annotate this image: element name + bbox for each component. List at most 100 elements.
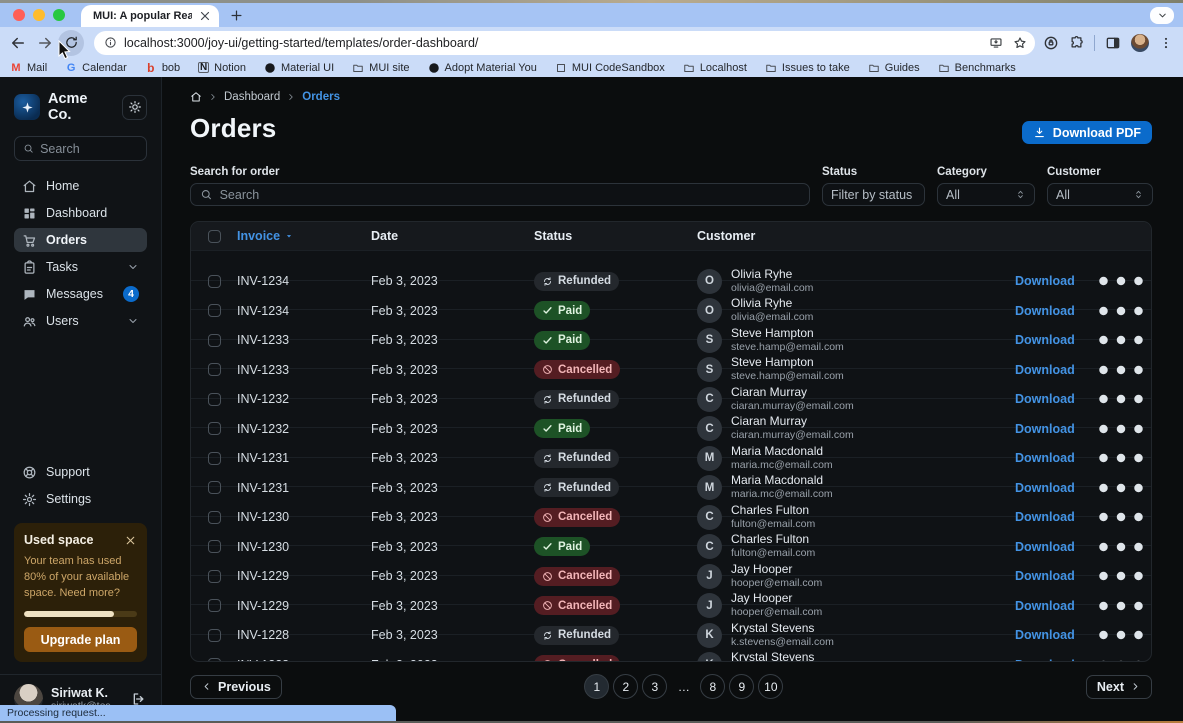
row-checkbox[interactable] [208,422,221,435]
row-checkbox[interactable] [208,629,221,642]
download-pdf-button[interactable]: Download PDF [1022,121,1152,144]
bookmark-item[interactable]: G Calendar [65,62,127,74]
zoom-window-button[interactable] [53,9,65,21]
row-download-link[interactable]: Download [1015,569,1075,583]
bookmark-item[interactable]: Guides [868,62,920,74]
address-action-icon[interactable] [989,36,1003,50]
row-download-link[interactable]: Download [1015,363,1075,377]
row-checkbox[interactable] [208,363,221,376]
customer-filter-select[interactable]: All [1047,183,1153,206]
row-download-link[interactable]: Download [1015,599,1075,613]
status-badge: Paid [534,419,590,438]
side-panel-icon[interactable] [1105,35,1121,51]
sidebar-search-input[interactable] [40,142,138,156]
row-checkbox[interactable] [208,540,221,553]
row-download-link[interactable]: Download [1015,333,1075,347]
back-button[interactable] [9,34,27,52]
bookmark-item[interactable]: MUI site [352,62,409,74]
tabstrip-chevron-button[interactable] [1150,7,1174,24]
close-window-button[interactable] [13,9,25,21]
order-search-input[interactable] [220,188,800,202]
status-cell: Cancelled [534,655,697,662]
bookmark-item[interactable]: b bob [145,62,180,74]
bookmark-item[interactable]: Localhost [683,62,747,74]
status-filter-select[interactable]: Filter by status [822,183,925,206]
row-checkbox[interactable] [208,570,221,583]
row-download-link[interactable]: Download [1015,628,1075,642]
page-number-button[interactable]: 10 [758,674,783,699]
row-checkbox[interactable] [208,393,221,406]
order-search[interactable] [190,183,810,206]
row-checkbox[interactable] [208,599,221,612]
url-text[interactable]: localhost:3000/joy-ui/getting-started/te… [124,36,982,50]
row-download-link[interactable]: Download [1015,540,1075,554]
page-number-button[interactable]: 9 [729,674,754,699]
category-filter-select[interactable]: All [937,183,1035,206]
row-checkbox[interactable] [208,481,221,494]
row-checkbox[interactable] [208,334,221,347]
breadcrumb-dashboard[interactable]: Dashboard [224,91,280,103]
row-checkbox[interactable] [208,275,221,288]
tab-close-icon[interactable] [198,9,212,23]
next-page-button[interactable]: Next [1086,675,1152,699]
select-all-checkbox[interactable] [208,230,221,243]
row-download-link[interactable]: Download [1015,451,1075,465]
upgrade-plan-button[interactable]: Upgrade plan [24,627,137,652]
bookmark-item[interactable]: M Mail [10,62,47,74]
page-number-button[interactable]: … [671,674,696,699]
sidebar-nav-item[interactable]: Dashboard [14,201,147,225]
reload-button[interactable] [58,30,84,56]
chevron-down-icon[interactable] [127,315,139,327]
bookmark-item[interactable]: Adopt Material You [428,62,537,74]
row-download-link[interactable]: Download [1015,658,1075,663]
row-checkbox[interactable] [208,658,221,662]
row-download-link[interactable]: Download [1015,510,1075,524]
browser-profile-avatar[interactable] [1131,34,1149,52]
browser-tab[interactable]: MUI: A popular React UI fram [81,5,219,27]
row-download-link[interactable]: Download [1015,274,1075,288]
bookmark-item[interactable]: N Notion [198,62,246,74]
row-download-link[interactable]: Download [1015,481,1075,495]
sidebar-nav-item[interactable]: Home [14,174,147,198]
sidebar-search[interactable] [14,136,147,161]
minimize-window-button[interactable] [33,9,45,21]
page-number-button[interactable]: 1 [584,674,609,699]
home-icon[interactable] [190,91,202,103]
address-bar[interactable]: localhost:3000/joy-ui/getting-started/te… [94,31,1035,55]
column-header-invoice[interactable]: Invoice [237,229,371,243]
row-download-link[interactable]: Download [1015,392,1075,406]
sidebar-nav-item[interactable]: Tasks [14,255,147,279]
page-number-button[interactable]: 8 [700,674,725,699]
new-tab-button[interactable] [229,8,244,23]
privacy-icon[interactable] [1043,35,1059,51]
bookmark-item[interactable]: MUI CodeSandbox [555,62,665,74]
row-download-link[interactable]: Download [1015,304,1075,318]
sidebar-nav-item[interactable]: Settings [14,487,147,511]
sidebar-nav-item[interactable]: Orders [14,228,147,252]
page-number-button[interactable]: 3 [642,674,667,699]
address-action-icon[interactable] [1013,36,1027,50]
browser-menu-kebab-icon[interactable] [1159,36,1173,50]
bookmark-item[interactable]: Benchmarks [938,62,1016,74]
page-number-button[interactable]: 2 [613,674,638,699]
previous-page-button[interactable]: Previous [190,675,282,699]
row-checkbox[interactable] [208,452,221,465]
extensions-puzzle-icon[interactable] [1069,35,1084,50]
row-download-link[interactable]: Download [1015,422,1075,436]
bookmark-item[interactable]: Issues to take [765,62,850,74]
row-menu-dots-icon[interactable] [1091,635,1151,663]
breadcrumb-orders[interactable]: Orders [302,91,340,103]
status-label: Refunded [558,275,611,287]
sidebar-nav-item[interactable]: Users [14,309,147,333]
sidebar-nav-item[interactable]: Support [14,460,147,484]
close-icon[interactable] [124,534,137,547]
site-info-icon[interactable] [104,36,117,49]
chevron-down-icon[interactable] [127,261,139,273]
customer-cell: C Ciaran Murray ciaran.murray@email.com [697,385,1015,413]
row-checkbox[interactable] [208,304,221,317]
bookmark-item[interactable]: Material UI [264,62,334,74]
forward-button[interactable] [36,34,54,52]
theme-toggle-button[interactable] [122,95,147,120]
row-checkbox[interactable] [208,511,221,524]
sidebar-nav-item[interactable]: Messages 4 [14,282,147,306]
